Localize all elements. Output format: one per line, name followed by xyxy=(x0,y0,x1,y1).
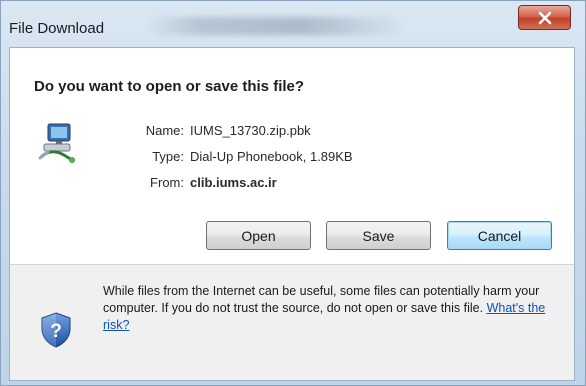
dialog-question: Do you want to open or save this file? xyxy=(34,78,305,95)
security-warning-area: ? While files from the Internet can be u… xyxy=(10,265,574,380)
file-name-label: Name: xyxy=(145,123,184,138)
dialog-body: Do you want to open or save this file? N… xyxy=(9,47,575,381)
file-download-dialog: File Download Do you want to open or sav… xyxy=(0,0,586,386)
open-button[interactable]: Open xyxy=(206,221,311,250)
svg-text:?: ? xyxy=(50,321,62,342)
cancel-button[interactable]: Cancel xyxy=(447,221,552,250)
security-warning: While files from the Internet can be use… xyxy=(103,283,563,334)
title-bar[interactable]: File Download xyxy=(1,1,585,45)
blurred-title-area xyxy=(146,17,406,35)
security-shield-icon: ? xyxy=(40,312,72,348)
file-from-value: clib.iums.ac.ir xyxy=(190,175,277,190)
security-warning-text: While files from the Internet can be use… xyxy=(103,284,540,315)
file-type-value: Dial-Up Phonebook, 1.89KB xyxy=(190,149,353,164)
file-name-value: IUMS_13730.zip.pbk xyxy=(190,123,311,138)
close-button[interactable] xyxy=(518,5,571,30)
window-title: File Download xyxy=(9,20,105,37)
close-icon xyxy=(538,11,551,24)
file-type-label: Type: xyxy=(152,149,184,164)
dial-up-phonebook-icon xyxy=(38,122,80,164)
file-from-label: From: xyxy=(150,175,184,190)
save-button[interactable]: Save xyxy=(326,221,431,250)
